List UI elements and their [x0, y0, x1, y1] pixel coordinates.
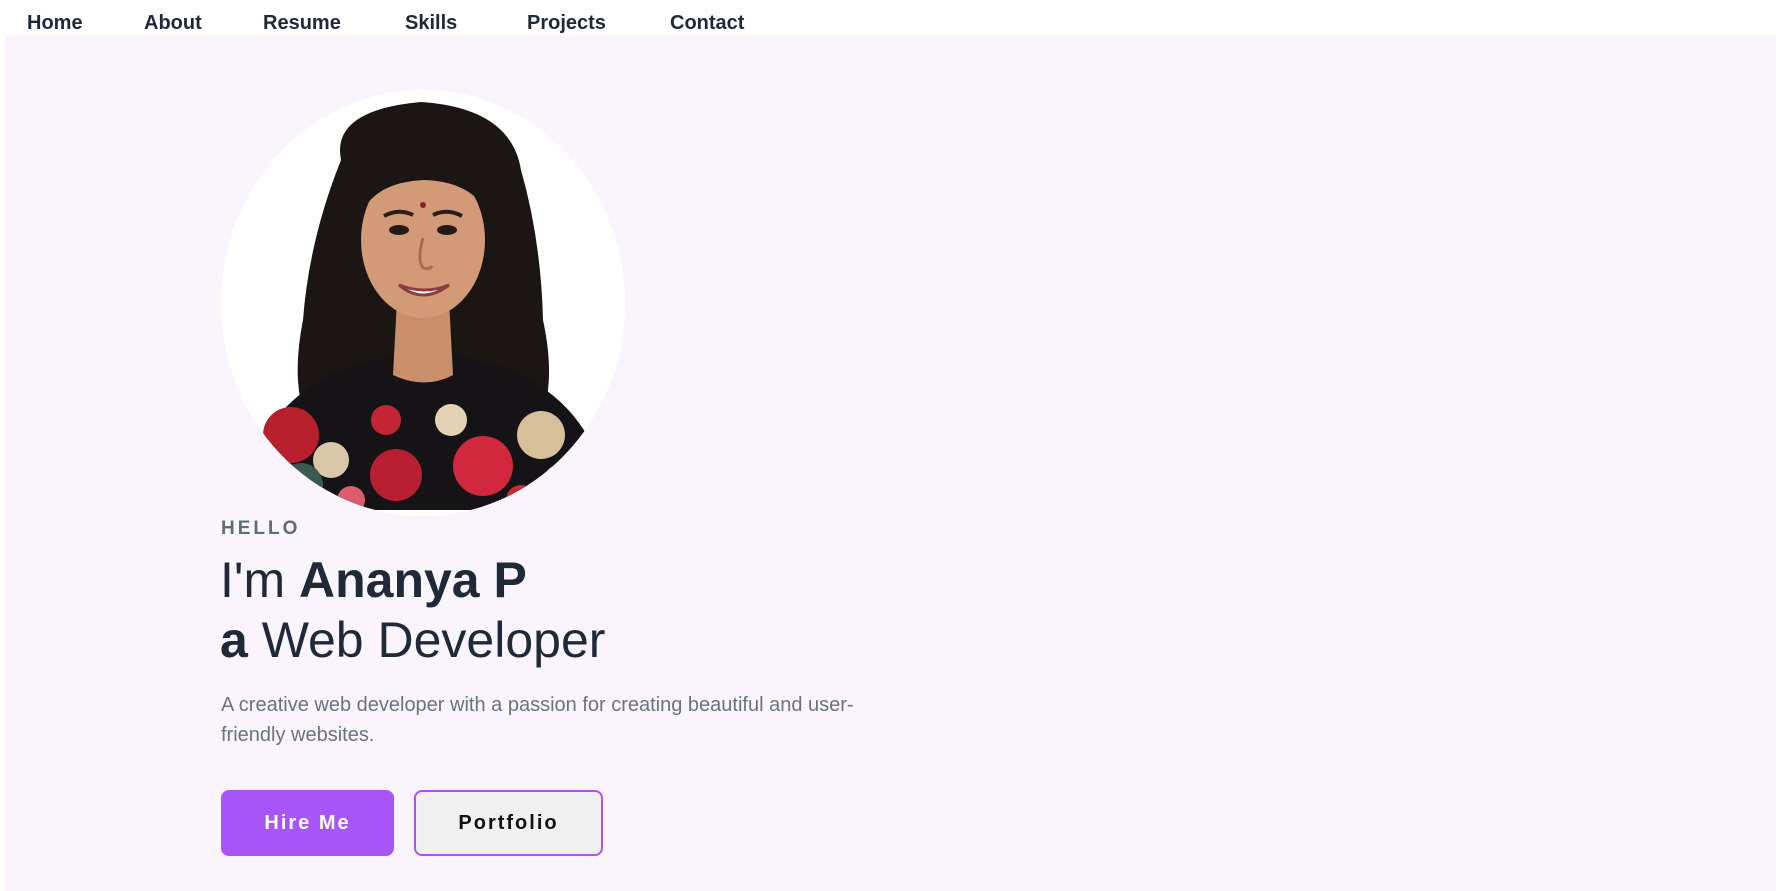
- hire-me-button[interactable]: Hire Me: [221, 790, 394, 856]
- nav-item-about[interactable]: About: [144, 12, 202, 35]
- hero-heading: I'm Ananya P a Web Developer: [220, 550, 605, 670]
- nav-item-projects[interactable]: Projects: [527, 12, 606, 35]
- hero-eyebrow: HELLO: [221, 518, 301, 539]
- hero-description: A creative web developer with a passion …: [221, 694, 854, 746]
- browser-page: Home About Resume Skills Projects Contac…: [5, 0, 1776, 891]
- developer-role: Web Developer: [247, 612, 606, 668]
- heading-article: a: [220, 612, 248, 668]
- top-navigation: Home About Resume Skills Projects Contac…: [5, 0, 1776, 35]
- nav-item-home[interactable]: Home: [27, 12, 83, 35]
- heading-intro: I'm: [220, 552, 299, 608]
- profile-photo: [221, 90, 625, 516]
- portrait-illustration: [221, 90, 625, 516]
- nav-item-resume[interactable]: Resume: [263, 12, 341, 35]
- hero-section: HELLO I'm Ananya P a Web Developer A cre…: [5, 35, 1776, 891]
- developer-name: Ananya P: [298, 552, 527, 608]
- portfolio-button[interactable]: Portfolio: [414, 790, 603, 856]
- nav-item-contact[interactable]: Contact: [670, 12, 744, 35]
- nav-item-skills[interactable]: Skills: [405, 12, 457, 35]
